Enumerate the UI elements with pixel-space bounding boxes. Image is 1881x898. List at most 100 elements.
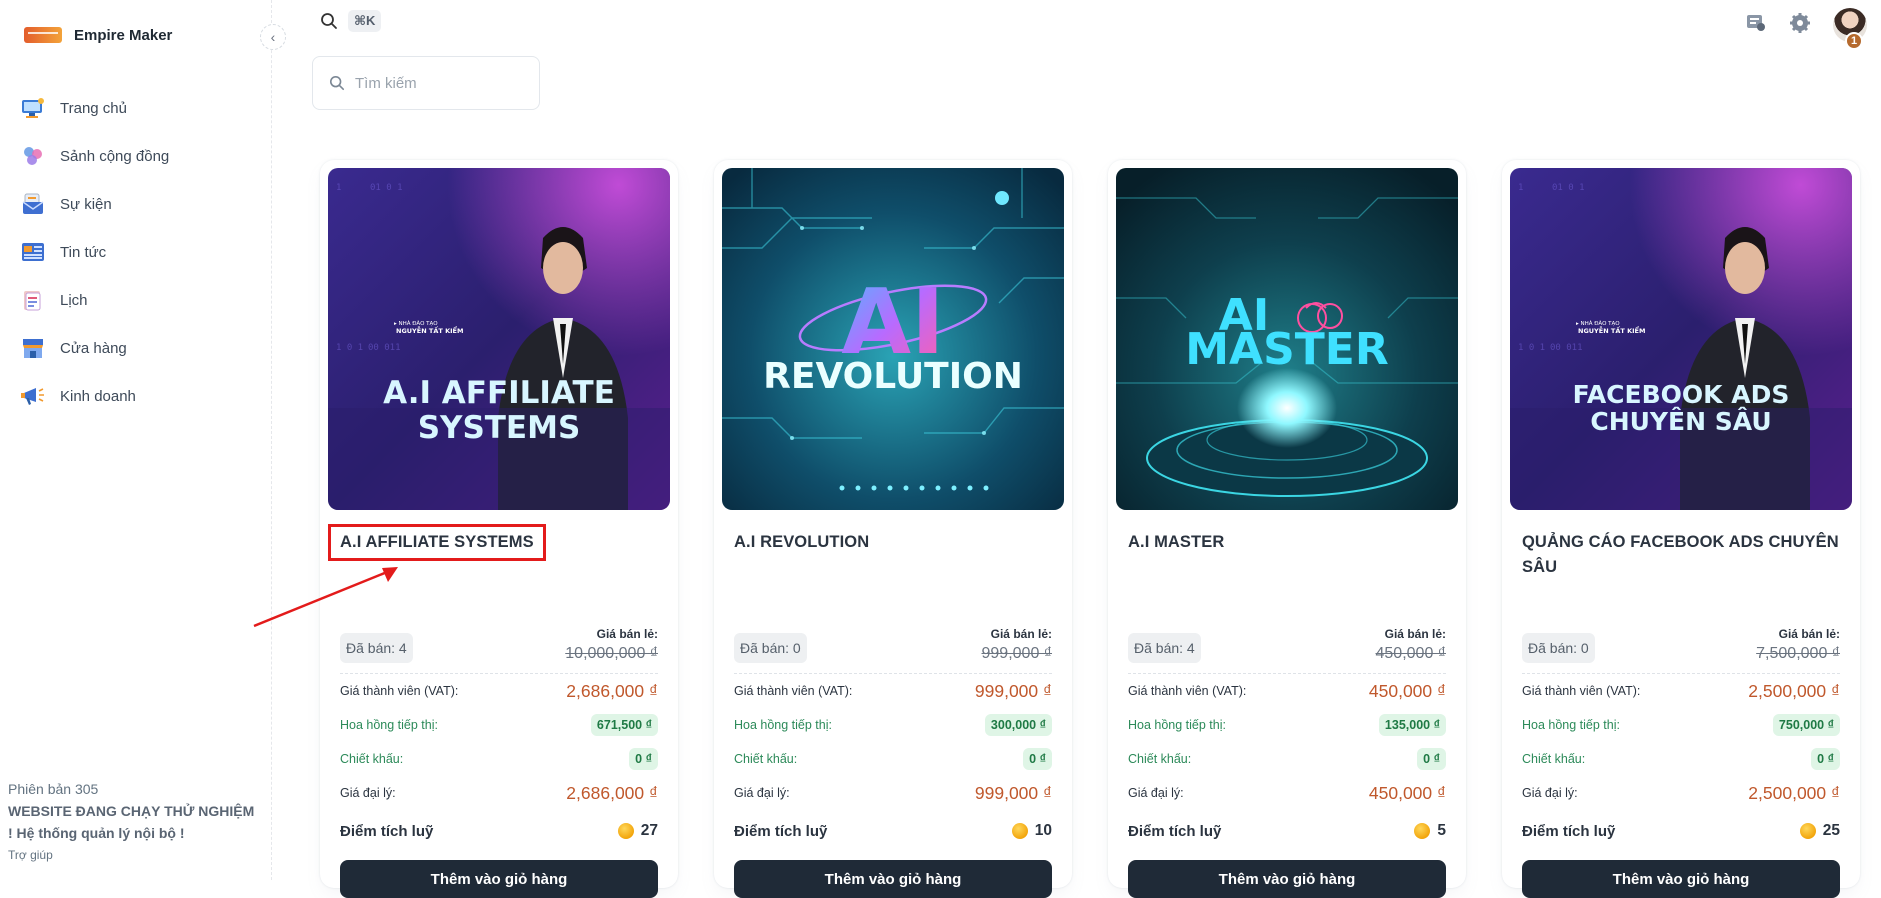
add-to-cart-button[interactable]: Thêm vào giỏ hàng [340,860,658,898]
image-title-line: SYSTEMS [418,410,581,446]
retail-price: 999,000 ₫ [981,645,1053,662]
sold-count: Đã bán: 0 [734,633,807,663]
commission-row: Hoa hồng tiếp thị: 671,500 ₫ [340,708,658,742]
product-card[interactable]: 1 01 0 1 1 0 1 00 011 ▸ NHÀ ĐÀO TẠO NGUYỄN … [320,160,678,898]
sidebar-item-label: Trang chủ [60,99,127,117]
agent-label: Giá đại lý: [1522,786,1578,800]
brand[interactable]: Empire Maker [24,24,172,46]
add-to-cart-button[interactable]: Thêm vào giỏ hàng [734,860,1052,898]
commission-value: 671,500 ₫ [590,714,658,736]
product-image[interactable]: 1 01 0 1 1 0 1 00 011 ▸ NHÀ ĐÀO TẠO NGUYỄN … [1510,168,1852,510]
product-card[interactable]: AI MASTER A.I MASTER Đã bán: 4 Giá bán l… [1108,160,1466,898]
product-title[interactable]: QUẢNG CÁO FACEBOOK ADS CHUYÊN SÂU [1522,530,1840,594]
coin-icon [1799,823,1816,839]
test-notice: WEBSITE ĐANG CHẠY THỬ NGHIỆM ! Hệ thống … [8,803,255,841]
retail-label: Giá bán lẻ: [1778,627,1840,641]
member-price: 999,000 ₫ [974,680,1052,701]
search-input[interactable] [355,74,535,92]
add-to-cart-button[interactable]: Thêm vào giỏ hàng [1522,860,1840,898]
product-image[interactable]: AI MASTER [1116,168,1458,510]
member-price: 2,500,000 ₫ [1748,680,1840,701]
member-label: Giá thành viên (VAT): [1128,684,1247,698]
sidebar-item-business[interactable]: Kinh doanh [18,372,258,420]
points-row: Điểm tích luỹ 27 [340,818,658,844]
product-image[interactable]: AI REVOLUTION [722,168,1064,510]
retail-label: Giá bán lẻ: [990,627,1052,641]
retail-price: 7,500,000 ₫ [1756,645,1840,662]
points-row: Điểm tích luỹ 10 [734,818,1052,844]
retail-price-block: Giá bán lẻ: 999,000 ₫ [982,627,1053,663]
member-price: 2,686,000 ₫ [566,680,658,701]
product-search[interactable] [312,56,540,110]
discount-value: 0 ₫ [1023,748,1052,770]
discount-label: Chiết khấu: [1522,752,1586,766]
sidebar-item-community[interactable]: Sảnh cộng đồng [18,132,258,180]
product-title[interactable]: A.I REVOLUTION [734,530,1052,594]
sidebar-item-calendar[interactable]: Lịch [18,276,258,324]
trainer-name: NGUYỄN TẤT KIỂM [396,325,463,335]
product-grid: 1 01 0 11 0 1 00 011 ▸ NHÀ ĐÀO TẠO NGUYỄN … [320,160,1860,898]
contacts-button[interactable] [1745,12,1767,39]
settings-button[interactable] [1789,12,1811,39]
coin-icon [1414,823,1431,839]
points-label: Điểm tích luỹ [1522,822,1616,840]
sidebar-item-label: Tin tức [60,243,107,261]
sold-count: Đã bán: 4 [1128,633,1201,663]
user-avatar[interactable]: 1 [1833,8,1867,50]
version-info: Phiên bản 305 WEBSITE ĐANG CHẠY THỬ NGHI… [8,778,258,866]
store-icon [20,335,46,361]
commission-label: Hoa hồng tiếp thị: [340,718,438,732]
sidebar-item-home[interactable]: Trang chủ [18,84,258,132]
product-image[interactable]: 1 01 0 1 1 0 1 00 011 ▸ NHÀ ĐÀO TẠO NGUYỄN … [328,168,670,510]
sold-count: Đã bán: 0 [1522,633,1595,663]
sidebar-item-label: Cửa hàng [60,339,127,357]
points-row: Điểm tích luỹ 25 [1522,818,1840,844]
commission-value: 135,000 ₫ [1378,714,1446,736]
sidebar-item-label: Lịch [60,291,88,309]
price-header: Đã bán: 0 Giá bán lẻ: 999,000 ₫ [734,610,1052,674]
search-icon [321,13,337,29]
points-value: 27 [640,822,658,839]
sidebar-item-news[interactable]: Tin tức [18,228,258,276]
svg-text:1: 1 [336,183,341,193]
commission-value: 300,000 ₫ [984,714,1052,736]
collapse-sidebar-button[interactable]: ‹ [260,24,286,50]
svg-text:1 0 1: 1 0 1 [1518,343,1545,353]
agent-price: 2,500,000 ₫ [1748,782,1840,803]
top-right-actions: 1 [1745,8,1867,50]
member-price-row: Giá thành viên (VAT): 450,000 ₫ [1128,674,1446,708]
sidebar-item-store[interactable]: Cửa hàng [18,324,258,372]
sidebar-item-events[interactable]: Sự kiện [18,180,258,228]
agent-price-row: Giá đại lý: 2,500,000 ₫ [1522,776,1840,810]
product-card[interactable]: AI REVOLUTION A.I REVOLUTION Đã bán: 0 G… [714,160,1072,898]
discount-label: Chiết khấu: [734,752,798,766]
global-search-trigger[interactable]: ⌘K [320,10,382,32]
retail-price-block: Giá bán lẻ: 450,000 ₫ [1376,627,1447,663]
retail-price: 10,000,000 ₫ [565,645,658,662]
discount-row: Chiết khấu: 0 ₫ [340,742,658,776]
member-label: Giá thành viên (VAT): [340,684,459,698]
points-label: Điểm tích luỹ [734,822,828,840]
points-label: Điểm tích luỹ [1128,822,1222,840]
chevron-left-icon: ‹ [270,29,276,45]
discount-row: Chiết khấu: 0 ₫ [1128,742,1446,776]
svg-text:00 011: 00 011 [368,343,401,353]
community-icon [20,143,46,169]
retail-price-block: Giá bán lẻ: 10,000,000 ₫ [565,627,658,663]
product-title[interactable]: A.I MASTER [1128,530,1446,594]
svg-text:1 0 1: 1 0 1 [336,343,363,353]
help-link[interactable]: Trợ giúp [8,844,258,866]
product-card[interactable]: 1 01 0 1 1 0 1 00 011 ▸ NHÀ ĐÀO TẠO NGUYỄN … [1502,160,1860,898]
add-to-cart-button[interactable]: Thêm vào giỏ hàng [1128,860,1446,898]
agent-price: 999,000 ₫ [974,782,1052,803]
commission-row: Hoa hồng tiếp thị: 135,000 ₫ [1128,708,1446,742]
discount-label: Chiết khấu: [1128,752,1192,766]
points-value: 5 [1437,822,1446,839]
image-title-line: MASTER [1185,324,1388,375]
sidebar-item-label: Kinh doanh [60,387,136,405]
discount-value: 0 ₫ [1417,748,1446,770]
points-label: Điểm tích luỹ [340,822,434,840]
highlight-box: A.I AFFILIATE SYSTEMS [328,524,546,561]
image-title-line: A.I AFFILIATE [383,375,615,411]
commission-row: Hoa hồng tiếp thị: 300,000 ₫ [734,708,1052,742]
